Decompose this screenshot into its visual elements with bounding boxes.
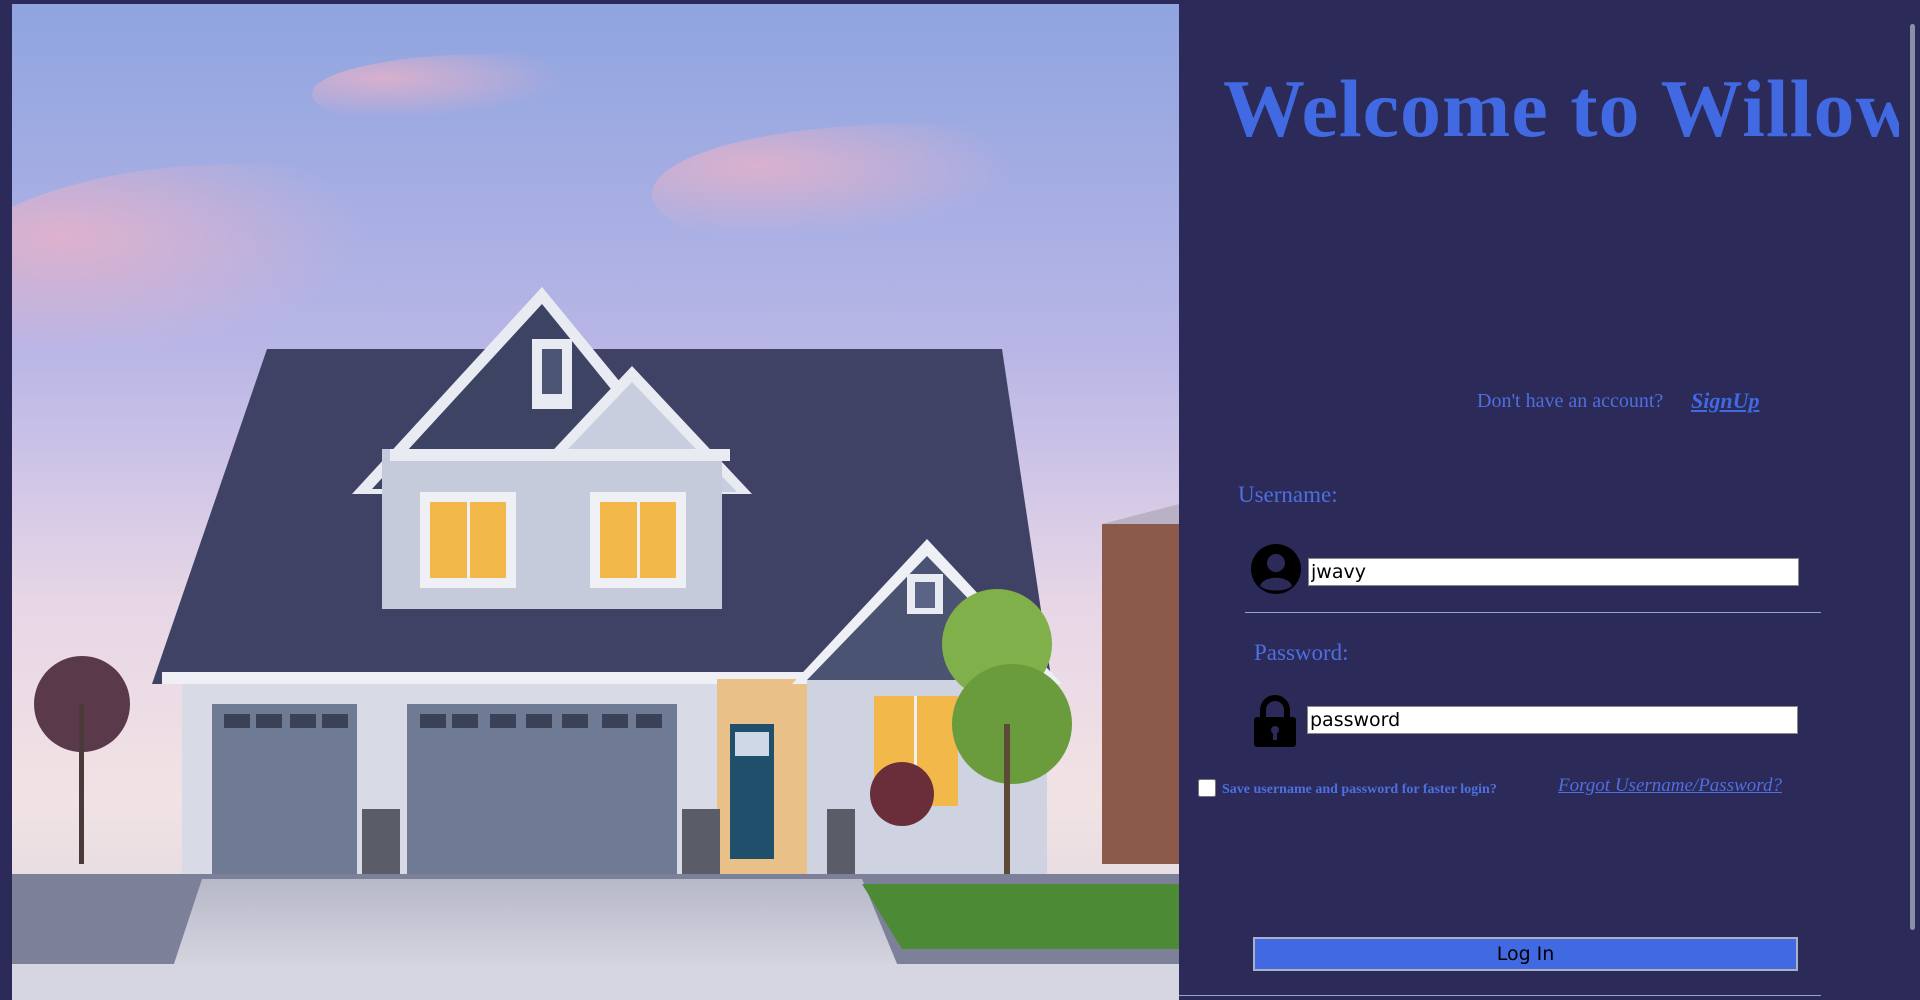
password-label: Password: [1254, 640, 1349, 665]
no-account-text: Don't have an account? [1477, 390, 1664, 412]
login-button[interactable]: Log In [1253, 937, 1798, 971]
welcome-title: Welcome to Willow [1223, 63, 1916, 154]
vertical-scrollbar[interactable] [1899, 0, 1920, 1000]
divider [1245, 612, 1821, 613]
house-illustration [12, 4, 1179, 1000]
login-panel: Welcome to Willow Don't have an account?… [1179, 0, 1915, 1000]
save-credentials-label[interactable]: Save username and password for faster lo… [1222, 782, 1497, 798]
forgot-credentials-link[interactable]: Forgot Username/Password? [1558, 775, 1782, 797]
save-credentials-checkbox[interactable] [1198, 779, 1216, 797]
password-input[interactable] [1307, 706, 1798, 734]
signup-link[interactable]: SignUp [1691, 388, 1759, 414]
login-page: Welcome to Willow Don't have an account?… [0, 0, 1920, 1000]
user-avatar-icon [1250, 542, 1302, 596]
hero-house-image [12, 4, 1179, 1000]
username-label: Username: [1238, 482, 1338, 507]
username-input[interactable] [1308, 558, 1799, 586]
bottom-divider [1179, 995, 1821, 996]
scrollbar-thumb[interactable] [1910, 24, 1915, 930]
padlock-icon [1251, 694, 1303, 748]
